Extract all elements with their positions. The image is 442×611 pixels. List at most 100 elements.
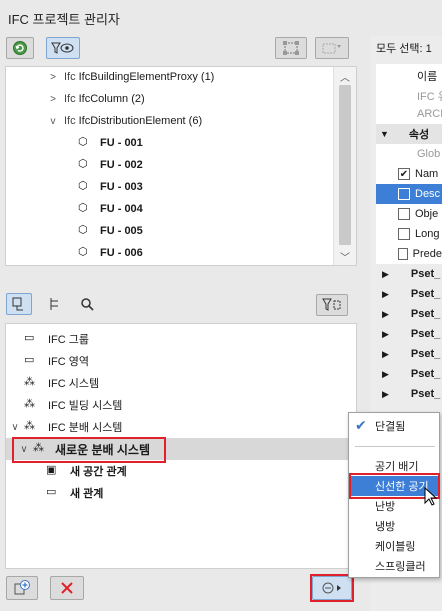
delete-x-icon: [61, 582, 73, 594]
tree-item-distribution-element[interactable]: v Ifc IfcDistributionElement (6): [48, 110, 203, 132]
chevron-down-icon[interactable]: ∨: [19, 444, 29, 455]
cube-icon: ⬡: [78, 246, 88, 258]
checkbox[interactable]: [398, 208, 410, 220]
tree-item-ifc-system[interactable]: ⁂ IFC 시스템: [24, 372, 99, 394]
pset-row[interactable]: ▶ Pset_: [376, 304, 442, 324]
properties-label: 속성: [408, 129, 430, 141]
selected-tree-item-label: 새로운 분배 시스템: [55, 442, 150, 457]
prop-row-predefined[interactable]: Prede: [376, 244, 442, 264]
prop-row-name[interactable]: ✔ Nam: [376, 164, 442, 184]
folder-icon: ▭: [46, 486, 57, 498]
ifc-class-icon: Ifc: [64, 93, 76, 105]
tree-child-label: FU - 006: [100, 247, 143, 259]
menu-item-sprinkler[interactable]: 스프링클러: [349, 556, 439, 576]
tree-item-ifc-zone[interactable]: ▭ IFC 영역: [24, 350, 89, 372]
prop-row-long[interactable]: Long: [376, 224, 442, 244]
expand-triangle-icon[interactable]: ▶: [382, 349, 389, 360]
prop-row-object[interactable]: Obje: [376, 204, 442, 224]
ifc-type-line: IFC 유: [417, 91, 442, 103]
mouse-cursor-icon: [424, 487, 438, 506]
scroll-down-icon[interactable]: ﹀: [340, 249, 350, 264]
tree-structure-icon[interactable]: [48, 297, 62, 311]
checkbox[interactable]: [398, 188, 410, 200]
tree-child-fu-002[interactable]: ⬡ FU - 002: [78, 154, 143, 176]
tree-item-new-distribution-system[interactable]: ∨ ⁂ 새로운 분배 시스템: [19, 438, 150, 460]
cube-icon: ⬡: [78, 136, 88, 148]
tree-child-fu-004[interactable]: ⬡ FU - 004: [78, 198, 143, 220]
global-row: Glob: [417, 148, 441, 160]
pset-row[interactable]: ▶ Pset_: [376, 324, 442, 344]
select-all-status: 모두 선택: 1: [376, 43, 432, 55]
expand-triangle-icon[interactable]: ▶: [382, 309, 389, 320]
tree-item-column[interactable]: > Ifc IfcColumn (2): [48, 88, 145, 110]
tree-item-ifc-group[interactable]: ▭ IFC 그룹: [24, 328, 89, 350]
filter-options-button[interactable]: [316, 294, 348, 316]
tree-child-fu-006[interactable]: ⬡ FU - 006: [78, 242, 143, 264]
tree-child-label: FU - 004: [100, 203, 143, 215]
chevron-right-icon[interactable]: >: [48, 94, 58, 105]
cube-icon: ⬡: [78, 202, 88, 214]
tree-item-label: IFC 영역: [48, 356, 90, 368]
prop-row-description[interactable]: Desc: [376, 184, 442, 204]
pset-row[interactable]: ▶ Pset_: [376, 284, 442, 304]
tree-child-fu-001[interactable]: ⬡ FU - 001: [78, 132, 143, 154]
tree-item-label: 새 공간 관계: [70, 466, 127, 478]
menu-item-cabling[interactable]: 케이블링: [349, 536, 439, 556]
refresh-icon: [13, 41, 27, 55]
tree-item-building-element-proxy[interactable]: > Ifc IfcBuildingElementProxy (1): [48, 66, 214, 88]
refresh-button[interactable]: [6, 37, 34, 59]
filter-select-icon: [322, 298, 341, 311]
add-group-view-button[interactable]: [6, 293, 32, 315]
expand-triangle-icon[interactable]: ▶: [382, 329, 389, 340]
tree-item-new-space-relation[interactable]: ▣ 새 공간 관계: [46, 460, 127, 482]
tree-item-new-relation[interactable]: ▭ 새 관계: [46, 482, 103, 504]
delete-button[interactable]: [50, 576, 84, 600]
tree-item-label: IFC 빌딩 시스템: [48, 400, 123, 412]
pset-row[interactable]: ▶ Pset_: [376, 384, 442, 404]
tree-item-ifc-building-system[interactable]: ⁂ IFC 빌딩 시스템: [24, 394, 122, 416]
collapse-triangle-icon[interactable]: ▼: [380, 129, 389, 139]
pset-row[interactable]: ▶ Pset_: [376, 364, 442, 384]
menu-separator: [355, 446, 435, 447]
add-item-button[interactable]: [6, 576, 38, 600]
expand-triangle-icon[interactable]: ▶: [382, 269, 389, 280]
chevron-down-icon[interactable]: v: [48, 116, 58, 127]
cube-icon: ⬡: [78, 158, 88, 170]
chevron-right-icon[interactable]: >: [48, 72, 58, 83]
checkbox[interactable]: [398, 228, 410, 240]
pset-row[interactable]: ▶ Pset_: [376, 264, 442, 284]
select-options-button[interactable]: [315, 37, 349, 59]
tree-child-fu-003[interactable]: ⬡ FU - 003: [78, 176, 143, 198]
tree-item-ifc-distribution-system[interactable]: ∨ ⁂ IFC 분배 시스템: [10, 416, 122, 438]
hierarchy-add-icon: [12, 297, 23, 311]
tree-item-label: IfcDistributionElement (6): [78, 115, 203, 127]
tree-item-label: IfcColumn (2): [78, 93, 145, 105]
checkbox[interactable]: [398, 248, 408, 260]
menu-item-united[interactable]: ✔ 단결됨: [349, 416, 439, 436]
scroll-up-icon[interactable]: ︿: [340, 69, 350, 84]
chevron-down-icon[interactable]: ∨: [10, 422, 20, 433]
expand-triangle-icon[interactable]: ▶: [382, 389, 389, 400]
expand-triangle-icon[interactable]: ▶: [382, 369, 389, 380]
tree-child-fu-005[interactable]: ⬡ FU - 005: [78, 220, 143, 242]
select-box-icon: [283, 41, 299, 55]
tree-item-label: 새 관계: [70, 488, 104, 500]
properties-section[interactable]: ▼ 속성: [376, 124, 442, 144]
search-icon[interactable]: [80, 297, 94, 311]
scrollbar-thumb[interactable]: [339, 85, 351, 245]
checkbox-checked[interactable]: ✔: [398, 168, 410, 180]
element-tree-scrollbar[interactable]: ︿ ﹀: [333, 67, 356, 265]
filter-eye-icon: [51, 42, 74, 54]
prop-label: Desc: [415, 188, 441, 200]
select-elements-button[interactable]: [275, 37, 307, 59]
menu-item-cooling[interactable]: 냉방: [349, 516, 439, 536]
tree-item-label: IfcBuildingElementProxy (1): [78, 71, 215, 83]
tree-child-label: FU - 002: [100, 159, 143, 171]
filter-view-button[interactable]: [46, 37, 80, 59]
cube-icon: ⬡: [78, 224, 88, 236]
prop-label: Obje: [415, 208, 439, 220]
tree-item-label: IFC 시스템: [48, 378, 100, 390]
pset-row[interactable]: ▶ Pset_: [376, 344, 442, 364]
cube-icon: ⬡: [78, 180, 88, 192]
expand-triangle-icon[interactable]: ▶: [382, 289, 389, 300]
